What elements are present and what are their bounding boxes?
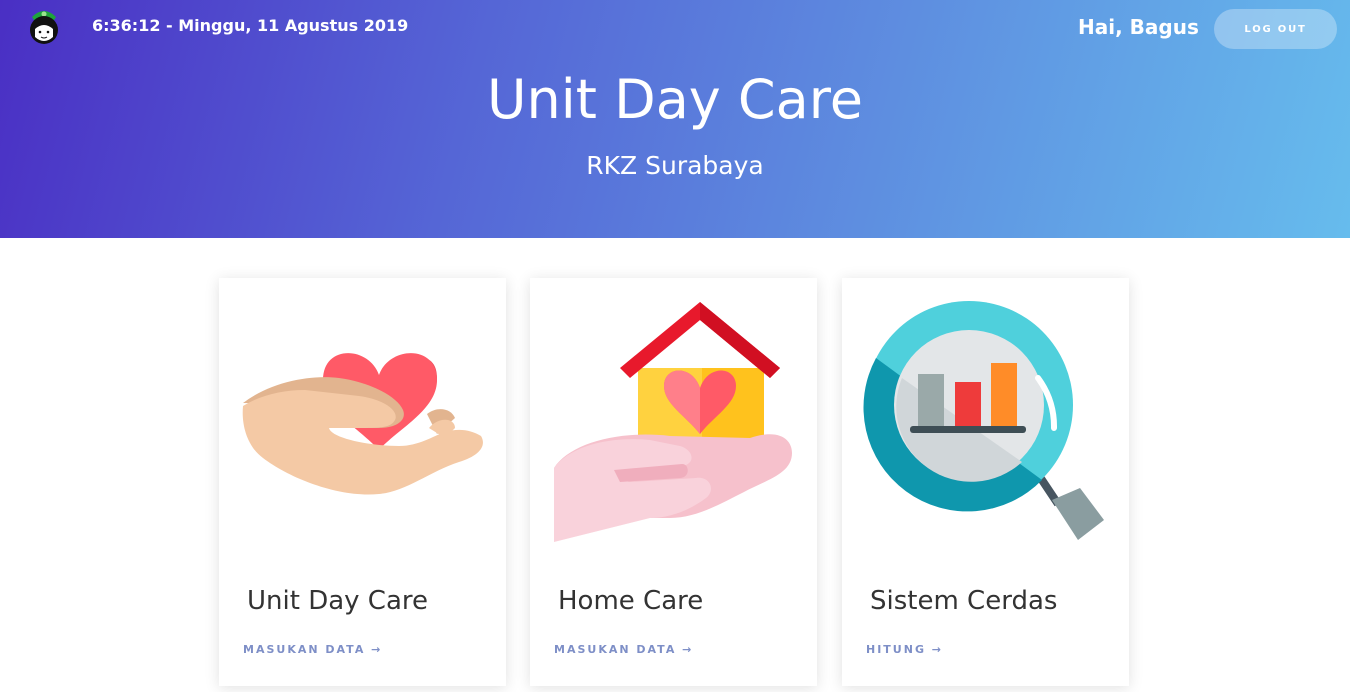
hitung-link[interactable]: HITUNG → (866, 643, 943, 656)
magnifier-chart-icon (863, 301, 1104, 540)
datetime-display: 6:36:12 - Minggu, 11 Agustus 2019 (92, 16, 409, 35)
masukan-data-link[interactable]: MASUKAN DATA → (243, 643, 382, 656)
card-home-care[interactable]: Home Care MASUKAN DATA → (530, 278, 817, 686)
card-title: Unit Day Care (247, 586, 428, 616)
logout-button[interactable]: LOG OUT (1214, 9, 1337, 49)
hand-heart-icon (242, 353, 483, 495)
user-greeting: Hai, Bagus (1078, 15, 1199, 39)
card-unit-day-care[interactable]: Unit Day Care MASUKAN DATA → (219, 278, 506, 686)
page-title: Unit Day Care (487, 68, 863, 131)
card-title: Home Care (558, 586, 704, 616)
card-sistem-cerdas[interactable]: Sistem Cerdas HITUNG → (842, 278, 1129, 686)
header-banner: 6:36:12 - Minggu, 11 Agustus 2019 Hai, B… (0, 0, 1350, 238)
avatar-icon[interactable] (26, 7, 62, 45)
hand-house-icon (554, 302, 792, 542)
masukan-data-link[interactable]: MASUKAN DATA → (554, 643, 693, 656)
page-subtitle: RKZ Surabaya (586, 151, 764, 180)
card-title: Sistem Cerdas (870, 586, 1058, 616)
